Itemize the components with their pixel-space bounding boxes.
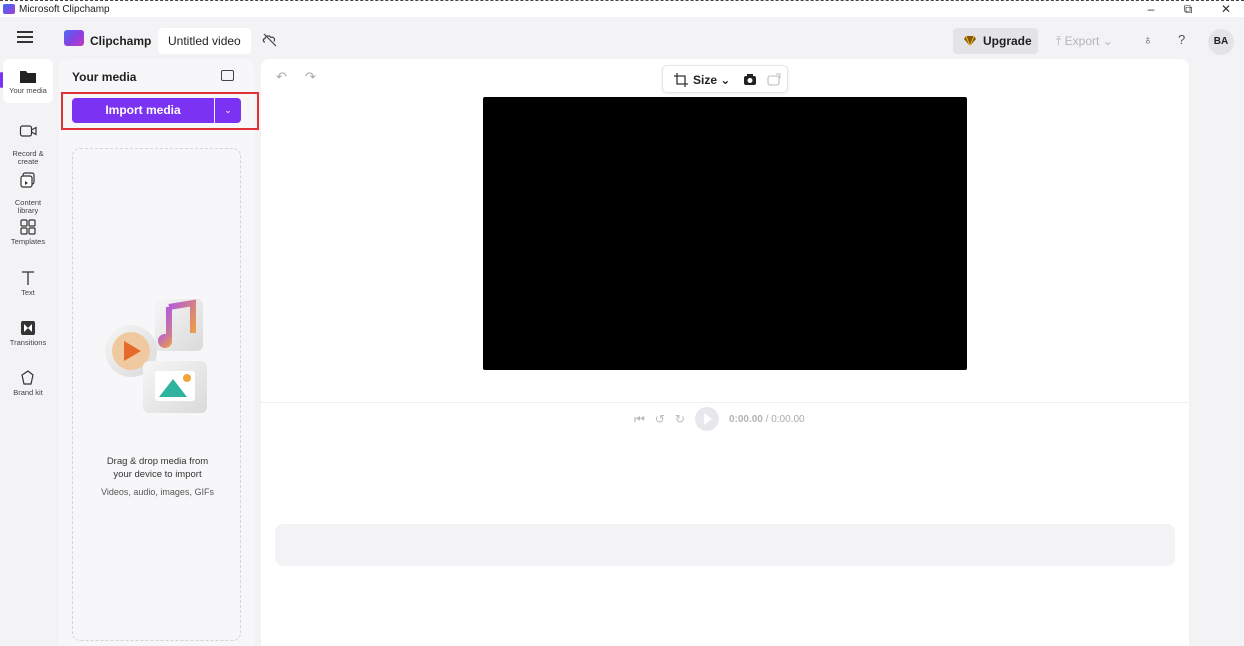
- diamond-icon: [964, 35, 976, 47]
- crop-size-icon: [674, 73, 688, 87]
- import-highlight-box: [61, 92, 259, 130]
- rail-item-record-create[interactable]: Record & create: [0, 115, 56, 166]
- canvas-toolbar: Size ⌄: [662, 65, 788, 93]
- rail-label: Text: [21, 288, 35, 297]
- text-icon: [22, 271, 34, 285]
- brand-name: Clipchamp: [90, 34, 152, 48]
- rail-label: Templates: [10, 237, 46, 246]
- layout-icon[interactable]: [767, 73, 781, 86]
- rail-item-content-library[interactable]: Content library: [0, 164, 56, 215]
- rail-label: Brand kit: [13, 388, 43, 397]
- clipchamp-app-icon: [3, 4, 15, 14]
- cloud-sync-off-icon[interactable]: [261, 31, 279, 49]
- forward-5s-icon[interactable]: ↻: [675, 412, 685, 426]
- panel-title: Your media: [72, 70, 137, 84]
- video-title-field[interactable]: Untitled video: [158, 28, 251, 54]
- rail-label: Content library: [14, 198, 42, 215]
- dropzone-supported-types: Videos, audio, images, GIFs: [101, 487, 214, 497]
- preview-stage: ↶ ↷ Size ⌄ ⏮ ↺ ↻ 0:00.00 / 0:00.00: [261, 59, 1189, 646]
- rail-item-templates[interactable]: Templates: [0, 219, 56, 246]
- dropzone-line-2: your device to import: [113, 469, 202, 480]
- collapse-panel-icon[interactable]: [221, 70, 234, 81]
- templates-icon: [20, 219, 36, 235]
- rail-label: Your media: [9, 86, 47, 95]
- upgrade-label: Upgrade: [983, 34, 1032, 48]
- export-label: Export: [1064, 34, 1100, 48]
- export-button[interactable]: ⤒ Export ⌄: [1056, 34, 1113, 49]
- brand-kit-icon: [21, 370, 34, 385]
- playback-controls: ⏮ ↺ ↻ 0:00.00 / 0:00.00: [634, 407, 805, 431]
- total-time: / 0:00.00: [765, 413, 805, 425]
- folder-icon: [20, 71, 36, 83]
- clipchamp-logo-icon: [64, 30, 84, 46]
- export-arrow-icon: ⤒: [1056, 34, 1062, 48]
- skip-to-start-icon[interactable]: ⏮: [634, 412, 645, 427]
- chevron-down-icon: ⌄: [720, 73, 731, 87]
- share-people-icon[interactable]: ♁: [1143, 32, 1153, 47]
- help-icon[interactable]: ?: [1178, 32, 1185, 47]
- avatar[interactable]: BA: [1208, 29, 1234, 55]
- menu-icon[interactable]: [17, 31, 33, 43]
- transitions-icon: [21, 321, 35, 335]
- playback-time: 0:00.00 / 0:00.00: [729, 414, 805, 425]
- play-button[interactable]: [694, 407, 719, 431]
- chevron-down-icon: ⌄: [1102, 34, 1113, 48]
- stage-divider: [261, 402, 1189, 403]
- background-fill-icon[interactable]: [743, 73, 757, 86]
- restore-button[interactable]: ⧉: [1173, 1, 1203, 17]
- media-panel: Your media Import media ⌄ Drag & drop me…: [59, 59, 254, 646]
- size-label: Size: [693, 73, 718, 87]
- dropzone-line-1: Drag & drop media from: [106, 456, 209, 467]
- media-illustration-icon: [105, 299, 207, 413]
- app-header: Clipchamp Untitled video Upgrade ⤒ Expor…: [0, 17, 1244, 59]
- window-title: Microsoft Clipchamp: [19, 3, 110, 15]
- upgrade-button[interactable]: Upgrade: [953, 28, 1038, 54]
- camera-icon: [19, 125, 37, 137]
- rail-item-transitions[interactable]: Transitions: [0, 320, 56, 347]
- rail-label: Transitions: [9, 338, 47, 347]
- minimize-button[interactable]: –: [1136, 1, 1166, 17]
- rail-item-text[interactable]: Text: [0, 270, 56, 297]
- redo-icon[interactable]: ↷: [305, 69, 316, 85]
- close-button[interactable]: ✕: [1211, 1, 1241, 17]
- rail-item-brand-kit[interactable]: Brand kit: [0, 370, 56, 397]
- window-titlebar: Microsoft Clipchamp – ⧉ ✕: [0, 0, 1244, 17]
- current-time: 0:00.00: [728, 413, 763, 425]
- size-button[interactable]: Size ⌄: [693, 73, 730, 87]
- video-canvas[interactable]: [483, 97, 967, 370]
- rewind-5s-icon[interactable]: ↺: [655, 412, 665, 426]
- timeline-track[interactable]: [275, 524, 1175, 566]
- undo-icon[interactable]: ↶: [276, 69, 287, 85]
- dropzone-instructions: Drag & drop media from your device to im…: [73, 455, 242, 481]
- library-icon: [20, 172, 35, 188]
- media-dropzone[interactable]: Drag & drop media from your device to im…: [72, 148, 241, 641]
- rail-item-your-media[interactable]: Your media: [0, 68, 56, 95]
